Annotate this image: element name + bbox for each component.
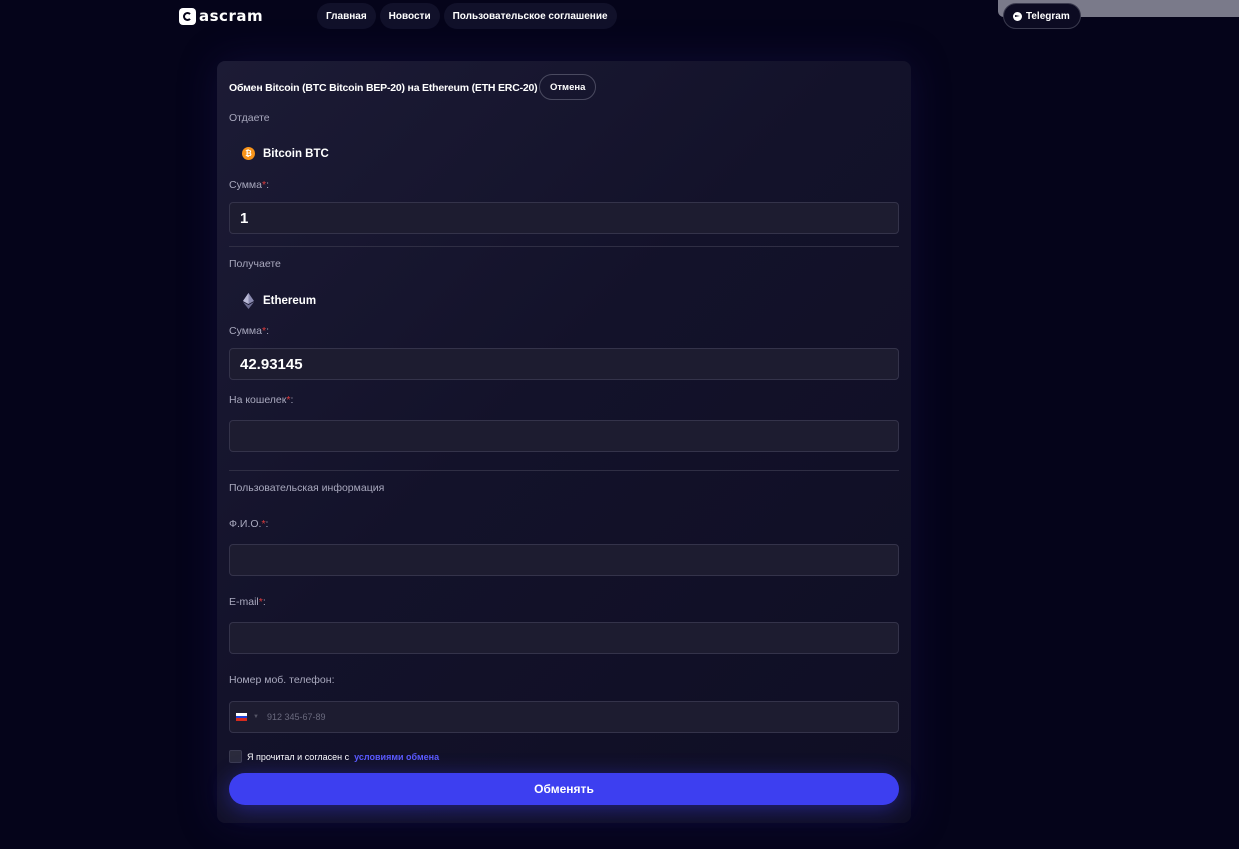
receive-amount-input[interactable]: 42.93145 [229, 348, 899, 380]
receive-currency-name: Ethereum [263, 295, 317, 307]
exchange-card: Обмен Bitcoin (BTC Bitcoin BEP-20) на Et… [217, 61, 911, 823]
name-label: Ф.И.О.*: [229, 518, 269, 530]
bitcoin-icon [242, 147, 255, 160]
exchange-title: Обмен Bitcoin (BTC Bitcoin BEP-20) на Et… [229, 82, 538, 94]
main-nav: Главная Новости Пользовательское соглаше… [317, 3, 617, 29]
email-label: E-mail*: [229, 596, 266, 608]
logo-text: ascram [199, 7, 264, 25]
phone-label: Номер моб. телефон: [229, 674, 335, 686]
nav-item-news[interactable]: Новости [379, 3, 440, 29]
exchange-terms-link[interactable]: условиями обмена [354, 752, 439, 762]
wallet-label: На кошелек*: [229, 394, 294, 406]
give-currency: Bitcoin BTC [242, 147, 329, 160]
give-amount-input[interactable]: 1 [229, 202, 899, 234]
divider [229, 246, 899, 247]
user-info-section-label: Пользовательская информация [229, 482, 385, 494]
give-amount-value: 1 [240, 209, 249, 227]
nav-item-agreement[interactable]: Пользовательское соглашение [443, 3, 617, 29]
receive-currency: Ethereum [242, 293, 316, 309]
email-input[interactable] [229, 622, 899, 654]
give-currency-name: Bitcoin BTC [263, 147, 329, 160]
russia-flag-icon[interactable] [236, 713, 247, 722]
nav-item-home[interactable]: Главная [317, 3, 376, 29]
phone-input[interactable]: ▼ 912 345-67-89 [229, 701, 899, 733]
wallet-input[interactable] [229, 420, 899, 452]
agree-text: Я прочитал и согласен с [247, 751, 350, 762]
telegram-label: Telegram [1026, 10, 1070, 22]
divider [229, 470, 899, 471]
logo[interactable]: ascram [179, 7, 263, 25]
agreement-row: Я прочитал и согласен с условиями обмена [229, 750, 439, 763]
agree-checkbox[interactable] [229, 750, 242, 763]
cancel-button[interactable]: Отмена [539, 74, 597, 100]
give-section-label: Отдаете [229, 112, 270, 124]
chevron-down-icon[interactable]: ▼ [253, 714, 259, 720]
receive-amount-label: Сумма*: [229, 325, 270, 337]
receive-section-label: Получаете [229, 258, 281, 270]
give-amount-label: Сумма*: [229, 179, 270, 191]
receive-amount-value: 42.93145 [240, 355, 303, 373]
telegram-icon [1013, 11, 1022, 21]
ethereum-icon [243, 293, 254, 309]
telegram-button[interactable]: Telegram [1003, 3, 1081, 29]
phone-placeholder: 912 345-67-89 [266, 712, 326, 722]
name-input[interactable] [229, 544, 899, 576]
logo-mark-icon [179, 7, 196, 25]
exchange-submit-button[interactable]: Обменять [229, 773, 899, 805]
